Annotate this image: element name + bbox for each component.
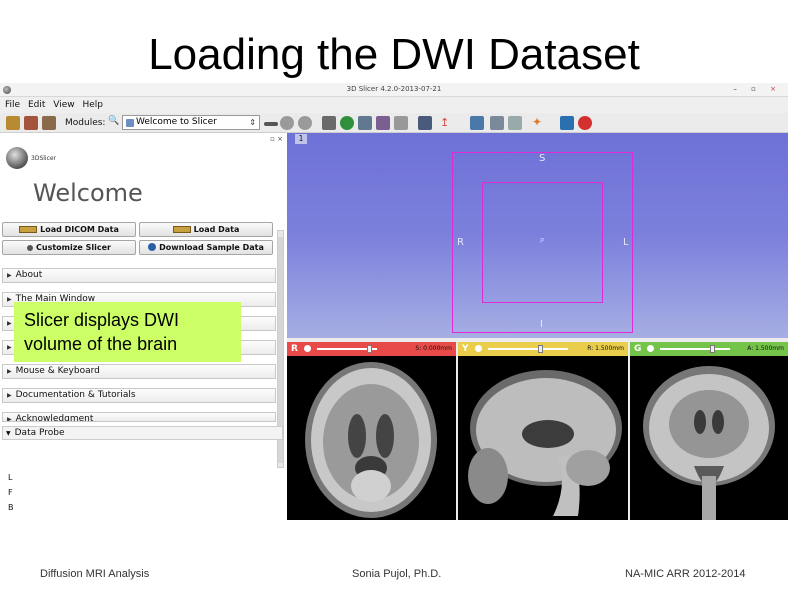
load-data-button[interactable]: Load Data <box>139 222 273 237</box>
data-probe-labels: L F B <box>8 470 14 515</box>
menu-edit[interactable]: Edit <box>28 100 45 110</box>
slice-view-green[interactable]: G A: 1.500mm <box>630 342 788 520</box>
chevron-down-icon: ⇕ <box>249 118 256 127</box>
load-data-label: Load Data <box>193 225 240 234</box>
callout-box: Slicer displays DWI volume of the brain <box>14 302 241 362</box>
pin-icon[interactable] <box>475 345 482 352</box>
3d-view-tab[interactable]: 1 <box>295 134 307 144</box>
menu-help[interactable]: Help <box>82 100 103 110</box>
orientation-left: L <box>623 237 629 248</box>
slice-view-red[interactable]: R S: 0.000mm <box>287 342 456 520</box>
save-icon[interactable] <box>42 116 56 130</box>
orientation-right: R <box>457 237 464 248</box>
orientation-posterior: P <box>540 237 545 245</box>
crosshair-icon[interactable]: ↥ <box>440 116 454 130</box>
welcome-heading: Welcome <box>33 179 143 207</box>
module-search-icon[interactable]: 🔍 <box>108 116 119 130</box>
models-icon[interactable] <box>358 116 372 130</box>
module-icon <box>126 119 134 127</box>
transforms-icon[interactable] <box>376 116 390 130</box>
slice-offset-yellow: R: 1.500mm <box>587 345 624 352</box>
python-console-icon[interactable] <box>560 116 574 130</box>
coronal-brain-image <box>630 356 788 520</box>
back-icon[interactable] <box>280 116 294 130</box>
probe-label-f: F <box>8 488 13 497</box>
orientation-inferior: I <box>540 319 543 330</box>
logo-text: 3DSlicer <box>31 155 57 162</box>
download-sample-label: Download Sample Data <box>159 243 264 252</box>
window-controls[interactable]: – ▫ × <box>733 85 782 93</box>
footer-center: Sonia Pujol, Ph.D. <box>352 568 442 580</box>
load-dicom-label: Load DICOM Data <box>40 225 119 234</box>
slice-slider-knob-yellow[interactable] <box>538 345 543 353</box>
slice-slider-knob-green[interactable] <box>710 345 715 353</box>
gear-icon <box>27 245 34 251</box>
slice-letter-yellow: Y <box>462 344 469 354</box>
pin-icon[interactable] <box>304 345 311 352</box>
extension-icon[interactable] <box>490 116 504 130</box>
screenshot-icon[interactable] <box>470 116 484 130</box>
footer-right: NA-MIC ARR 2012-2014 <box>625 568 746 580</box>
maximize-icon[interactable]: ▫ <box>751 85 762 93</box>
fiducial-icon[interactable]: ✦ <box>532 116 546 130</box>
axial-brain-image <box>287 356 456 520</box>
customize-slicer-button[interactable]: Customize Slicer <box>2 240 136 255</box>
load-data-icon[interactable] <box>6 116 20 130</box>
data-icon[interactable] <box>322 116 336 130</box>
close-icon[interactable]: × <box>770 85 782 93</box>
error-log-icon[interactable] <box>578 116 592 130</box>
panel-controls[interactable]: ▫ × <box>270 135 283 143</box>
section-documentation[interactable]: ▶ Documentation & Tutorials <box>2 388 276 403</box>
download-icon <box>148 243 157 251</box>
load-dicom-icon[interactable] <box>24 116 38 130</box>
slice-controller-red: R S: 0.000mm <box>287 342 456 356</box>
pin-icon[interactable] <box>647 345 654 352</box>
slice-controller-yellow: Y R: 1.500mm <box>458 342 628 356</box>
window-title: 3D Slicer 4.2.0-2013-07-21 <box>346 85 442 93</box>
slice-letter-green: G <box>634 344 642 354</box>
editor-icon[interactable] <box>394 116 408 130</box>
menu-view[interactable]: View <box>53 100 74 110</box>
menu-bar: File Edit View Help <box>0 97 788 113</box>
download-sample-button[interactable]: Download Sample Data <box>139 240 273 255</box>
slice-slider-green[interactable] <box>660 348 730 350</box>
module-selector[interactable]: Welcome to Slicer ⇕ <box>122 115 260 130</box>
slice-view-yellow[interactable]: Y R: 1.500mm <box>458 342 628 520</box>
callout-line-2: volume of the brain <box>24 334 178 354</box>
probe-label-b: B <box>8 503 14 512</box>
data-probe-header[interactable]: ▼ Data Probe <box>2 426 283 440</box>
menu-file[interactable]: File <box>5 100 20 110</box>
slide-title: Loading the DWI Dataset <box>148 30 640 79</box>
forward-icon[interactable] <box>298 116 312 130</box>
dicom-icon <box>19 226 38 233</box>
slicer-logo <box>6 147 28 169</box>
load-dicom-button[interactable]: Load DICOM Data <box>2 222 136 237</box>
section-about[interactable]: ▶ About <box>2 268 276 283</box>
sagittal-brain-image <box>458 356 628 520</box>
module-selector-value: Welcome to Slicer <box>136 117 217 127</box>
mouse-mode-icon[interactable] <box>508 116 522 130</box>
slice-offset-green: A: 1.500mm <box>747 345 784 352</box>
footer-left: Diffusion MRI Analysis <box>40 568 150 580</box>
slice-letter-red: R <box>291 344 298 354</box>
callout-line-1: Slicer displays DWI <box>24 310 180 330</box>
layout-icon[interactable] <box>418 116 432 130</box>
customize-label: Customize Slicer <box>36 243 111 252</box>
slice-slider-knob-red[interactable] <box>367 345 372 353</box>
slice-offset-red: S: 0.000mm <box>415 345 452 352</box>
title-bar: 3D Slicer 4.2.0-2013-07-21 – ▫ × <box>0 83 788 97</box>
section-acknowledgment[interactable]: ▶ Acknowledgment <box>2 412 276 422</box>
data-folder-icon <box>172 226 191 233</box>
minimize-icon[interactable]: – <box>733 85 743 93</box>
orientation-superior: S <box>539 153 546 164</box>
volumes-icon[interactable] <box>340 116 354 130</box>
3d-view[interactable]: 1 S I R L P <box>287 133 788 338</box>
slice-slider-yellow[interactable] <box>488 348 568 350</box>
modules-label: Modules: <box>65 118 106 128</box>
module-history-icon[interactable] <box>264 122 278 126</box>
probe-label-l: L <box>8 473 13 482</box>
slice-controller-green: G A: 1.500mm <box>630 342 788 356</box>
section-mouse-keyboard[interactable]: ▶ Mouse & Keyboard <box>2 364 276 379</box>
toolbar: Modules: 🔍 Welcome to Slicer ⇕ ↥ ✦ <box>0 113 788 133</box>
